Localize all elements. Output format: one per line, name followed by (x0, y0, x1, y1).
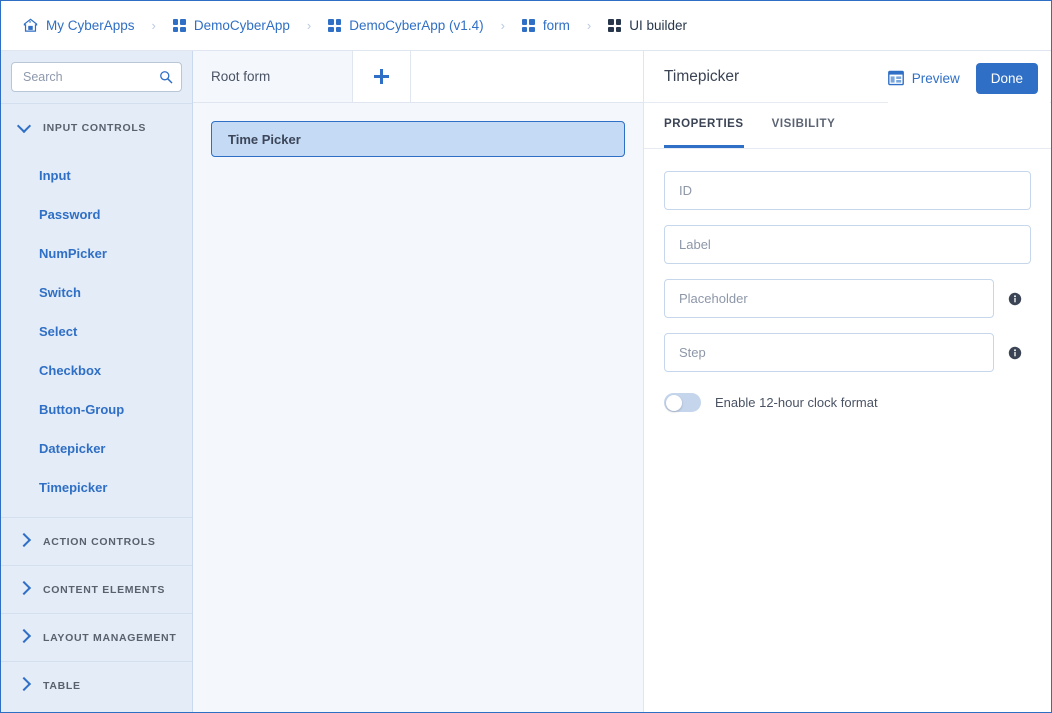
tabs-filler (411, 51, 643, 102)
label-field[interactable] (664, 225, 1031, 264)
step-field[interactable] (664, 333, 994, 372)
breadcrumb-label: DemoCyberApp (v1.4) (349, 18, 484, 33)
preview-label: Preview (911, 70, 960, 86)
sidebar-section-header-input-controls[interactable]: INPUT CONTROLS (1, 104, 192, 151)
field-row-label (664, 225, 1031, 264)
chevron-down-icon (16, 118, 32, 133)
search-icon[interactable] (159, 70, 173, 84)
step-info-icon[interactable] (1008, 346, 1022, 360)
sidebar-section-title: CONTENT ELEMENTS (43, 583, 166, 596)
main-body: INPUT CONTROLS Input Password NumPicker … (1, 51, 1051, 712)
twelve-hour-toggle-label: Enable 12-hour clock format (715, 395, 878, 410)
breadcrumb-separator: › (586, 18, 592, 33)
tab-root-form[interactable]: Root form (193, 51, 353, 102)
top-actions: Preview Done (887, 52, 1050, 104)
step-input[interactable] (677, 344, 981, 361)
field-row-step (664, 333, 1031, 372)
label-input[interactable] (677, 236, 1018, 253)
sidebar-section-action-controls: ACTION CONTROLS (1, 517, 192, 565)
sidebar-item-password[interactable]: Password (1, 195, 192, 234)
breadcrumb-item-democyberapp[interactable]: DemoCyberApp (172, 18, 290, 33)
sidebar-section-items: Input Password NumPicker Switch Select C… (1, 151, 192, 517)
chevron-right-icon (16, 580, 32, 596)
breadcrumb-label: DemoCyberApp (193, 18, 290, 33)
twelve-hour-clock-toggle[interactable] (664, 393, 701, 412)
plus-icon (374, 69, 389, 84)
breadcrumb-item-ui-builder: UI builder (608, 18, 687, 33)
search-container (1, 51, 192, 103)
form-canvas-area: Root form Time Picker (193, 51, 643, 712)
breadcrumb-item-democyberapp-v14[interactable]: DemoCyberApp (v1.4) (328, 18, 484, 33)
layout-icon (887, 70, 904, 86)
sidebar-section-header-layout-management[interactable]: LAYOUT MANAGEMENT (1, 614, 192, 661)
canvas-widget-time-picker[interactable]: Time Picker (211, 121, 625, 157)
id-input[interactable] (677, 182, 1018, 199)
placeholder-info-icon[interactable] (1008, 292, 1022, 306)
id-field[interactable] (664, 171, 1031, 210)
breadcrumb-label: form (542, 18, 570, 33)
tab-properties[interactable]: PROPERTIES (664, 103, 744, 148)
twelve-hour-toggle-row: Enable 12-hour clock format (664, 393, 1031, 412)
chevron-right-icon (16, 676, 32, 692)
grid-icon (328, 19, 342, 32)
search-box[interactable] (11, 62, 182, 92)
sidebar-item-numpicker[interactable]: NumPicker (1, 234, 192, 273)
grid-icon (608, 19, 622, 32)
sidebar-section-header-content-elements[interactable]: CONTENT ELEMENTS (1, 566, 192, 613)
sidebar-section-table: TABLE (1, 661, 192, 709)
sidebar-section-content-elements: CONTENT ELEMENTS (1, 565, 192, 613)
breadcrumb-label: My CyberApps (46, 18, 135, 33)
preview-button[interactable]: Preview (887, 70, 960, 86)
sidebar-item-switch[interactable]: Switch (1, 273, 192, 312)
placeholder-input[interactable] (677, 290, 981, 307)
breadcrumb-separator: › (500, 18, 505, 33)
sidebar-item-select[interactable]: Select (1, 312, 192, 351)
sidebar-section-header-action-controls[interactable]: ACTION CONTROLS (1, 518, 192, 565)
grid-icon (521, 19, 535, 32)
sidebar-item-input[interactable]: Input (1, 156, 192, 195)
breadcrumb-separator: › (151, 18, 156, 33)
breadcrumb: My CyberApps › DemoCyberApp › DemoCyberA… (1, 1, 1051, 51)
ui-builder-window: My CyberApps › DemoCyberApp › DemoCyberA… (0, 0, 1052, 713)
breadcrumb-item-my-cyberapps[interactable]: My CyberApps (23, 18, 135, 33)
form-tabs-bar: Root form (193, 51, 643, 103)
sidebar-section-header-table[interactable]: TABLE (1, 662, 192, 709)
home-icon (23, 18, 38, 33)
sidebar-item-button-group[interactable]: Button-Group (1, 390, 192, 429)
sidebar-item-checkbox[interactable]: Checkbox (1, 351, 192, 390)
sidebar-section-title: TABLE (43, 679, 81, 692)
sidebar-section-layout-management: LAYOUT MANAGEMENT (1, 613, 192, 661)
tab-visibility[interactable]: VISIBILITY (772, 103, 836, 148)
breadcrumb-separator: › (306, 18, 312, 33)
toggle-knob (665, 394, 682, 411)
component-palette-sidebar: INPUT CONTROLS Input Password NumPicker … (1, 51, 193, 712)
sidebar-item-datepicker[interactable]: Datepicker (1, 429, 192, 468)
sidebar-section-title: INPUT CONTROLS (43, 121, 147, 134)
form-canvas[interactable]: Time Picker (193, 103, 643, 712)
breadcrumb-item-form[interactable]: form (521, 18, 570, 33)
placeholder-field[interactable] (664, 279, 994, 318)
sidebar-item-timepicker[interactable]: Timepicker (1, 468, 192, 507)
chevron-right-icon (16, 628, 32, 644)
breadcrumb-label: UI builder (629, 18, 688, 33)
search-input[interactable] (21, 69, 151, 85)
field-row-id (664, 171, 1031, 210)
field-row-placeholder (664, 279, 1031, 318)
properties-panel: Timepicker PROPERTIES VISIBILITY ID Labe… (643, 51, 1051, 712)
add-form-tab-button[interactable] (353, 51, 411, 102)
done-button[interactable]: Done (975, 62, 1038, 94)
sidebar-section-input-controls: INPUT CONTROLS Input Password NumPicker … (1, 103, 192, 517)
properties-panel-body: Enable 12-hour clock format (644, 149, 1051, 412)
properties-panel-tabs: PROPERTIES VISIBILITY (644, 103, 1051, 149)
sidebar-section-title: LAYOUT MANAGEMENT (43, 631, 177, 644)
grid-icon (172, 19, 186, 32)
chevron-right-icon (16, 532, 32, 548)
sidebar-section-title: ACTION CONTROLS (43, 535, 156, 548)
